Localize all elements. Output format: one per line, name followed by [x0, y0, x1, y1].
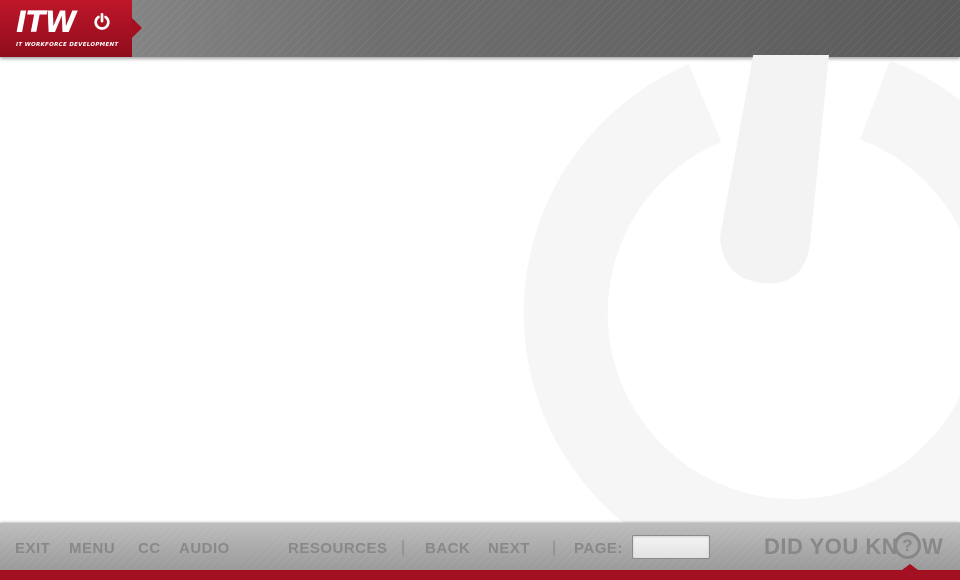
resources-button[interactable]: RESOURCES — [288, 540, 388, 557]
page-number-input[interactable] — [632, 535, 710, 559]
audio-button[interactable]: AUDIO — [179, 540, 230, 557]
exit-button[interactable]: EXIT — [15, 540, 50, 557]
itwd-logo: ITW IT WORKFORCE DEVELOPMENT — [0, 0, 142, 57]
question-circle-icon[interactable]: ? — [894, 532, 921, 559]
cc-button[interactable]: CC — [138, 540, 161, 557]
next-button[interactable]: NEXT — [488, 540, 530, 557]
logo-text: ITW — [16, 5, 77, 39]
toolbar-separator: | — [552, 539, 557, 556]
did-you-know-suffix[interactable]: W — [922, 534, 943, 560]
toolbar-separator: | — [401, 539, 406, 556]
menu-button[interactable]: MENU — [69, 540, 115, 557]
back-button[interactable]: BACK — [425, 540, 470, 557]
power-icon — [94, 13, 110, 30]
power-watermark-icon — [523, 55, 960, 525]
bottom-toolbar: EXIT MENU CC AUDIO RESOURCES | BACK NEXT… — [0, 523, 960, 570]
page-label: PAGE: — [574, 540, 623, 557]
header-bar: ITW IT WORKFORCE DEVELOPMENT — [0, 0, 960, 57]
logo-subtitle: IT WORKFORCE DEVELOPMENT — [16, 42, 119, 48]
did-you-know-button[interactable]: DID YOU KN — [764, 534, 898, 560]
footer-accent-bar — [0, 570, 960, 580]
